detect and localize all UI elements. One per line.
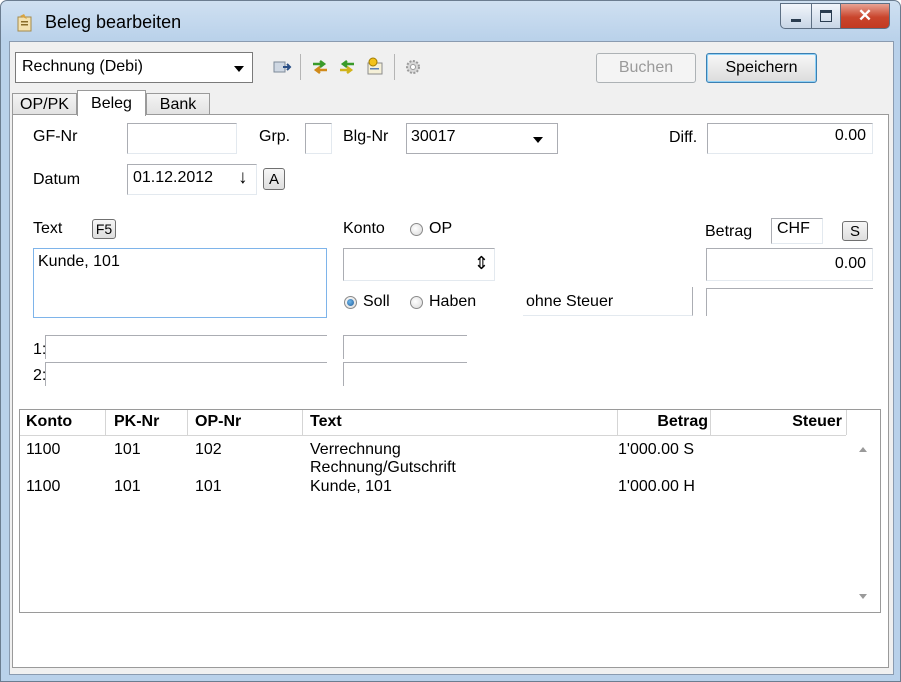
beleg-panel: GF-Nr Grp. Blg-Nr 30017 Diff. 0.00 Datum… — [12, 114, 889, 668]
line2-input[interactable] — [45, 362, 327, 386]
cell-pk-nr: 101 — [114, 441, 141, 458]
toolbar-separator — [300, 54, 301, 80]
soll-radio[interactable] — [344, 296, 357, 309]
toolbar: Rechnung (Debi) Buchen Speichern — [10, 42, 893, 90]
close-icon: ✕ — [857, 6, 873, 25]
column-header-betrag[interactable]: Betrag — [657, 413, 708, 431]
s-button[interactable]: S — [842, 221, 868, 241]
cell-text: Verrechnung — [310, 441, 401, 458]
diff-value: 0.00 — [834, 127, 866, 144]
konto-input[interactable]: ⇕ — [343, 248, 495, 281]
datum-value: 01.12.2012 — [133, 169, 214, 186]
arrow-down-icon: ↓ — [238, 167, 248, 188]
haben-label: Haben — [429, 293, 477, 310]
f5-button[interactable]: F5 — [92, 219, 116, 239]
export-icon[interactable] — [272, 57, 292, 77]
currency-field[interactable]: CHF — [771, 218, 823, 244]
scroll-down-icon[interactable] — [859, 594, 867, 599]
tab-bank[interactable]: Bank — [146, 93, 210, 115]
betrag-input[interactable]: 0.00 — [706, 248, 873, 281]
blg-nr-label: Blg-Nr — [343, 128, 389, 145]
minimize-button[interactable] — [780, 3, 812, 29]
cell-pk-nr: 101 — [114, 478, 141, 495]
document-icon — [17, 14, 32, 32]
title-bar[interactable]: Beleg bearbeiten ✕ — [1, 1, 900, 41]
cell-konto: 1100 — [26, 478, 61, 495]
konto-label: Konto — [343, 220, 385, 237]
chevron-down-icon — [533, 137, 543, 143]
diff-label: Diff. — [669, 129, 698, 146]
client-area: Rechnung (Debi) Buchen Speichern OP/PK B… — [9, 41, 894, 675]
cell-betrag: 1'000.00 S — [618, 441, 695, 458]
gf-nr-input[interactable] — [127, 123, 237, 154]
betrag-value: 0.00 — [834, 255, 866, 272]
a-button[interactable]: A — [263, 168, 285, 190]
settings-icon[interactable] — [404, 57, 424, 77]
tab-op-pk[interactable]: OP/PK — [12, 93, 77, 115]
scroll-up-icon[interactable] — [859, 447, 867, 452]
column-header-steuer[interactable]: Steuer — [792, 413, 842, 431]
cell-konto: 1100 — [26, 441, 61, 458]
swap-icon[interactable] — [337, 57, 357, 77]
haben-radio[interactable] — [410, 296, 423, 309]
column-header-op-nr[interactable]: OP-Nr — [195, 413, 241, 431]
app-window: Beleg bearbeiten ✕ Rechnung (Debi) Buche… — [0, 0, 901, 682]
window-title: Beleg bearbeiten — [45, 12, 182, 32]
soll-label: Soll — [363, 293, 390, 310]
cell-op-nr: 102 — [195, 441, 222, 458]
spinner-icon[interactable]: ⇕ — [474, 253, 489, 274]
tab-bar: OP/PK Beleg Bank — [10, 90, 893, 116]
cell-op-nr: 101 — [195, 478, 222, 495]
steuer-select[interactable]: ohne Steuer — [523, 287, 693, 316]
line2-extra-input[interactable] — [343, 362, 467, 386]
column-header-konto[interactable]: Konto — [26, 413, 72, 431]
op-label: OP — [429, 220, 453, 237]
toolbar-separator — [394, 54, 395, 80]
diff-field: 0.00 — [707, 123, 873, 154]
maximize-icon — [820, 10, 832, 22]
op-radio[interactable] — [410, 223, 423, 236]
transfer-icon[interactable] — [310, 57, 330, 77]
close-button[interactable]: ✕ — [841, 3, 890, 29]
date-picker-button[interactable]: ↓ — [233, 164, 257, 195]
cell-betrag: 1'000.00 H — [618, 478, 695, 495]
cell-text-line2: Rechnung/Gutschrift — [310, 459, 456, 476]
steuer-amount-field[interactable] — [706, 288, 873, 316]
minimize-icon — [791, 18, 801, 22]
betrag-label: Betrag — [705, 223, 753, 240]
maximize-button[interactable] — [812, 3, 841, 29]
tab-beleg[interactable]: Beleg — [77, 90, 146, 116]
column-header-text[interactable]: Text — [310, 413, 342, 431]
booking-table[interactable]: Konto PK-Nr OP-Nr Text Betrag Steuer 110… — [19, 409, 881, 613]
line1-input[interactable] — [45, 335, 327, 359]
buchen-button[interactable]: Buchen — [596, 53, 696, 83]
grp-label: Grp. — [259, 128, 291, 145]
blg-nr-select[interactable]: 30017 — [406, 123, 558, 154]
document-type-value: Rechnung (Debi) — [22, 58, 143, 75]
line1-extra-input[interactable] — [343, 335, 467, 359]
table-header: Konto PK-Nr OP-Nr Text Betrag Steuer — [20, 410, 880, 436]
blg-nr-value: 30017 — [411, 128, 456, 145]
vertical-scrollbar[interactable] — [846, 435, 880, 611]
column-header-pk-nr[interactable]: PK-Nr — [114, 413, 159, 431]
text-label: Text — [33, 220, 63, 237]
currency-value: CHF — [777, 220, 810, 237]
text-input[interactable]: Kunde, 101 — [33, 248, 327, 318]
steuer-value: ohne Steuer — [526, 293, 614, 310]
grp-input[interactable] — [305, 123, 332, 154]
datum-label: Datum — [33, 171, 81, 188]
note-icon[interactable] — [365, 57, 385, 77]
cell-text: Kunde, 101 — [310, 478, 392, 495]
document-type-select[interactable]: Rechnung (Debi) — [15, 52, 253, 83]
chevron-down-icon — [234, 66, 244, 72]
text-value: Kunde, 101 — [38, 253, 120, 270]
gf-nr-label: GF-Nr — [33, 128, 78, 145]
speichern-button[interactable]: Speichern — [706, 53, 817, 83]
